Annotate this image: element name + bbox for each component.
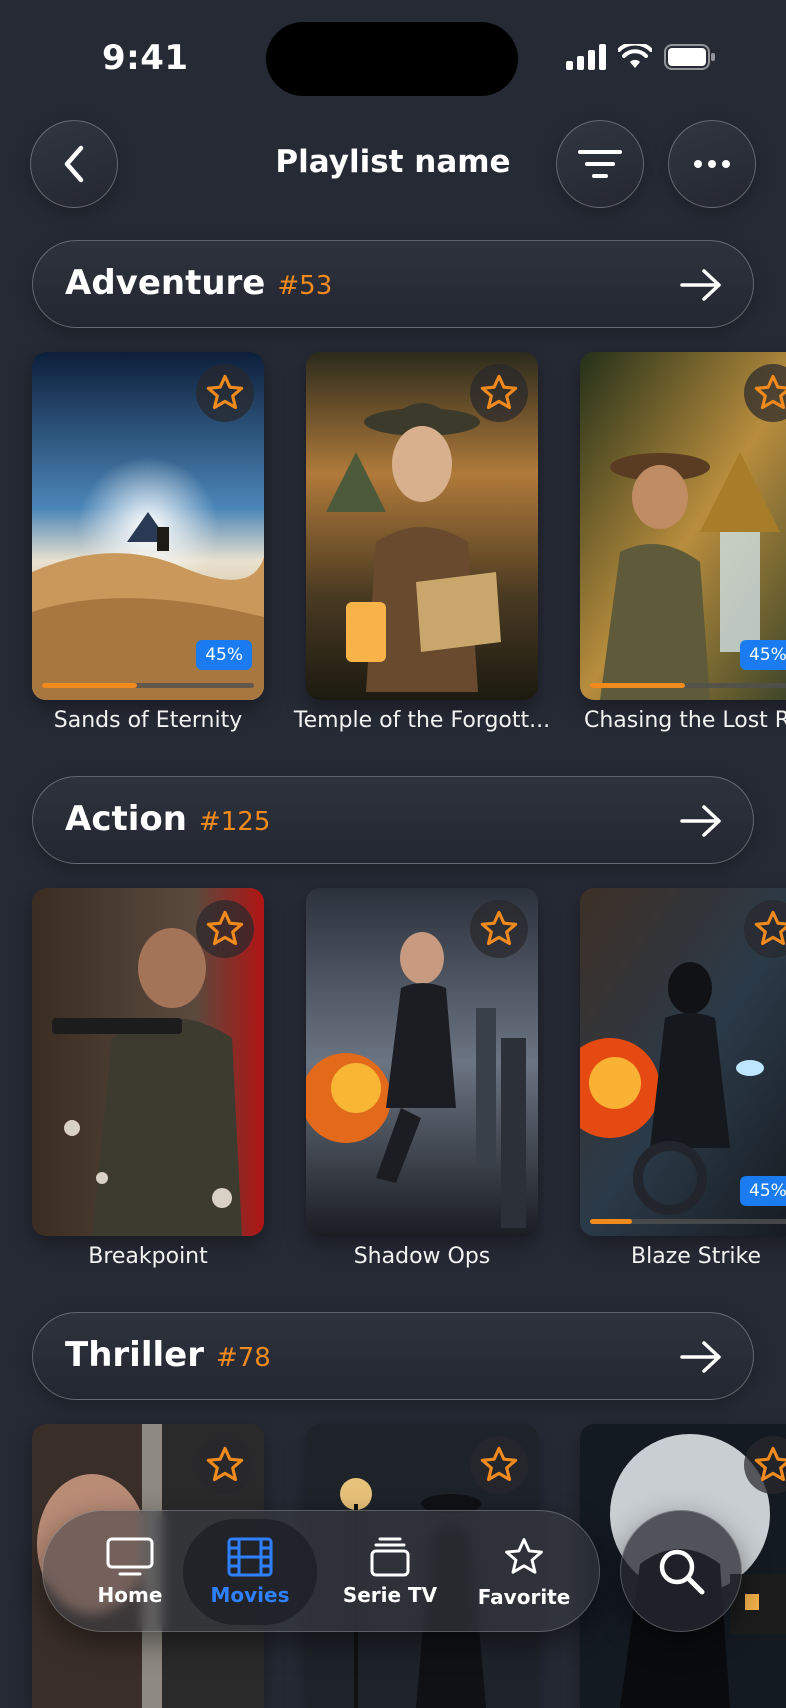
section-name: Action xyxy=(65,799,187,839)
star-icon xyxy=(480,910,518,946)
movie-title: Sands of Eternity xyxy=(53,708,243,733)
movie-title: Breakpoint xyxy=(88,1244,208,1269)
star-icon xyxy=(480,1446,518,1482)
filter-button[interactable] xyxy=(556,120,644,208)
star-icon xyxy=(754,910,786,946)
arrow-right-icon xyxy=(680,805,721,837)
arrow-right-icon xyxy=(680,1341,721,1373)
section-title: Action #125 xyxy=(65,799,270,839)
movie-card[interactable] xyxy=(32,888,264,1236)
movie-title: Chasing the Lost Re xyxy=(584,708,786,733)
movie-title: Blaze Strike xyxy=(630,1244,761,1269)
tab-label: Serie TV xyxy=(342,1583,438,1607)
progress-badge: 45% xyxy=(740,1176,786,1206)
star-icon xyxy=(480,374,518,410)
tv-icon xyxy=(106,1537,154,1576)
star-icon xyxy=(754,374,786,410)
search-icon xyxy=(659,1549,705,1595)
status-time: 9:41 xyxy=(102,38,189,78)
star-icon xyxy=(206,910,244,946)
progress-bar xyxy=(590,683,786,688)
back-button[interactable] xyxy=(30,120,118,208)
star-icon xyxy=(206,1446,244,1482)
section-title: Thriller #78 xyxy=(65,1335,271,1375)
section-header-adventure[interactable]: Adventure #53 xyxy=(32,240,754,328)
dynamic-island xyxy=(266,22,518,96)
favorite-button[interactable] xyxy=(196,900,254,958)
tab-serie-tv[interactable]: Serie TV xyxy=(323,1511,457,1633)
tab-bar: Home Movies Serie TV Favorite xyxy=(42,1510,600,1632)
section-header-thriller[interactable]: Thriller #78 xyxy=(32,1312,754,1400)
movie-card[interactable]: 45% xyxy=(580,352,786,700)
tab-label: Movies xyxy=(210,1583,290,1607)
movie-card[interactable] xyxy=(306,888,538,1236)
favorite-button[interactable] xyxy=(196,1436,254,1494)
status-bar: 9:41 xyxy=(0,0,786,100)
section-header-action[interactable]: Action #125 xyxy=(32,776,754,864)
favorite-button[interactable] xyxy=(196,364,254,422)
page-title: Playlist name xyxy=(275,144,511,180)
movie-card[interactable]: 45% xyxy=(32,352,264,700)
progress-bar xyxy=(590,1219,786,1224)
favorite-button[interactable] xyxy=(470,1436,528,1494)
progress-bar xyxy=(42,683,254,688)
progress-badge: 45% xyxy=(740,640,786,670)
film-icon xyxy=(227,1537,273,1577)
star-icon xyxy=(206,374,244,410)
section-title: Adventure #53 xyxy=(65,263,332,303)
section-count: #53 xyxy=(277,271,333,301)
tab-favorite[interactable]: Favorite xyxy=(457,1511,591,1633)
signal-icon xyxy=(566,44,606,70)
chevron-left-icon xyxy=(64,145,84,183)
movie-title: Temple of the Forgott... xyxy=(293,708,551,733)
movie-card[interactable] xyxy=(306,352,538,700)
star-icon xyxy=(754,1446,786,1482)
tab-movies[interactable]: Movies xyxy=(183,1519,317,1625)
search-button[interactable] xyxy=(620,1510,742,1632)
stack-icon xyxy=(370,1537,410,1577)
filter-icon xyxy=(578,150,622,178)
section-name: Thriller xyxy=(65,1335,204,1375)
system-icons xyxy=(566,44,716,70)
section-name: Adventure xyxy=(65,263,266,303)
star-icon xyxy=(505,1538,543,1574)
arrow-right-icon xyxy=(680,269,721,301)
battery-icon xyxy=(664,44,715,70)
section-count: #78 xyxy=(215,1343,271,1373)
movie-card[interactable]: 45% xyxy=(580,888,786,1236)
tab-label: Favorite xyxy=(477,1585,571,1609)
more-icon xyxy=(694,160,730,168)
progress-badge: 45% xyxy=(196,640,252,670)
wifi-icon xyxy=(618,44,652,68)
tab-label: Home xyxy=(97,1583,163,1607)
movie-title: Shadow Ops xyxy=(353,1244,491,1269)
tab-home[interactable]: Home xyxy=(63,1511,197,1633)
more-button[interactable] xyxy=(668,120,756,208)
section-count: #125 xyxy=(198,807,271,837)
favorite-button[interactable] xyxy=(470,364,528,422)
favorite-button[interactable] xyxy=(470,900,528,958)
